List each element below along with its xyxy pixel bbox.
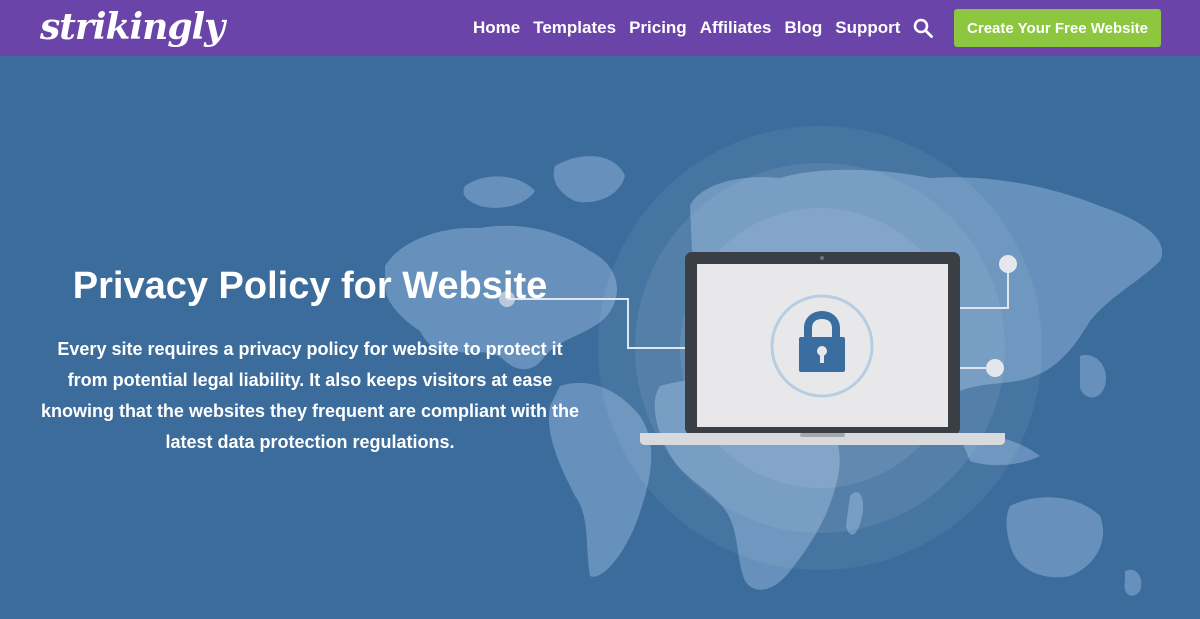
page-title: Privacy Policy for Website: [72, 265, 548, 307]
hero-description: Every site requires a privacy policy for…: [40, 339, 580, 452]
nav-link-affiliates[interactable]: Affiliates: [700, 18, 772, 38]
nav-link-support[interactable]: Support: [835, 18, 900, 38]
nav-link-templates[interactable]: Templates: [533, 18, 616, 38]
hero-section: Privacy Policy for Website Every site re…: [0, 56, 1200, 619]
nav-link-blog[interactable]: Blog: [784, 18, 822, 38]
nav-link-pricing[interactable]: Pricing: [629, 18, 687, 38]
search-icon[interactable]: [912, 17, 934, 39]
nav-link-home[interactable]: Home: [473, 18, 520, 38]
strikingly-logo[interactable]: strikingly: [40, 3, 225, 51]
create-free-website-button[interactable]: Create Your Free Website: [954, 9, 1161, 47]
node-dot: [986, 359, 1004, 377]
top-navbar: strikingly Home Templates Pricing Affili…: [0, 0, 1200, 56]
main-nav: Home Templates Pricing Affiliates Blog S…: [473, 0, 913, 56]
node-dot: [999, 255, 1017, 273]
